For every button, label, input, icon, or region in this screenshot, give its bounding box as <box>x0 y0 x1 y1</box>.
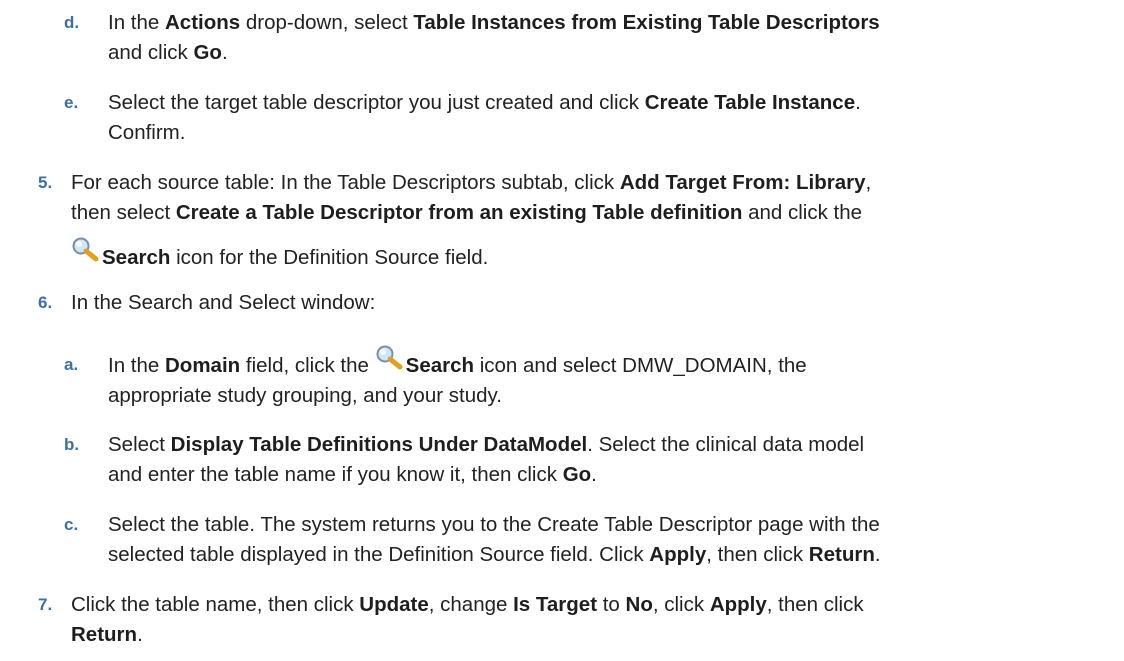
step-text: For each source table: In the Table Desc… <box>71 171 620 194</box>
step-marker: b. <box>64 435 80 454</box>
step-text: and click the <box>742 201 863 224</box>
step-text: icon for the Definition Source field. <box>170 246 489 269</box>
step-text: . <box>591 463 597 486</box>
step-text: and enter the table name if you know it,… <box>108 463 563 486</box>
step-text: appropriate study grouping, and your stu… <box>108 384 502 407</box>
ui-term-search: Search <box>102 246 171 269</box>
step-text: then select <box>71 201 176 224</box>
step-marker: c. <box>64 515 79 534</box>
step-text: , <box>865 171 872 194</box>
step-text: . <box>221 41 228 64</box>
step-text: Confirm. <box>108 121 186 144</box>
ui-term-create-table-instance: Create Table Instance <box>644 91 856 114</box>
ui-term-apply: Apply <box>709 593 767 616</box>
ui-term-is-target: Is Target <box>513 593 598 616</box>
step-text: , then click <box>766 593 864 616</box>
step-text: field, click the <box>240 354 375 377</box>
ui-term-create-descriptor: Create a Table Descriptor from an existi… <box>175 201 743 224</box>
ui-term-table-instances: Table Instances from Existing Table Desc… <box>413 11 880 34</box>
step-text: In the <box>108 11 165 34</box>
step-text: . Select the clinical data model <box>587 433 865 456</box>
step-text: Select <box>108 433 171 456</box>
step-text: , change <box>428 593 514 616</box>
ui-term-display-table-definitions: Display Table Definitions Under DataMode… <box>170 433 588 456</box>
step-marker: 7. <box>38 595 53 614</box>
ui-term-domain: Domain <box>165 354 241 377</box>
ui-term-add-target: Add Target From: Library <box>619 171 866 194</box>
ui-term-go: Go <box>193 41 222 64</box>
step-marker: 6. <box>38 293 53 312</box>
ui-term-apply: Apply <box>649 543 707 566</box>
ui-term-update: Update <box>359 593 429 616</box>
step-text: In the Search and Select window: <box>71 291 376 314</box>
ui-term-go: Go <box>562 463 592 486</box>
step-text: Select the target table descriptor you j… <box>108 91 645 114</box>
ui-term-search: Search <box>405 354 475 377</box>
step-text: icon and select DMW_DOMAIN, the <box>474 354 807 377</box>
step-text: to <box>597 593 626 616</box>
document-page: d. In the Actions drop-down, select Tabl… <box>0 0 1124 661</box>
step-text: . <box>137 623 143 646</box>
step-marker: e. <box>64 93 79 112</box>
search-icon <box>71 237 102 266</box>
step-text: , then click <box>706 543 809 566</box>
ui-term-no: No <box>625 593 653 616</box>
step-text: In the <box>108 354 165 377</box>
step-marker: a. <box>64 355 79 374</box>
step-marker: 5. <box>38 173 53 192</box>
ui-term-return: Return <box>71 623 138 646</box>
step-text: . <box>874 543 881 566</box>
search-icon <box>375 345 406 374</box>
step-text: Select the table. The system returns you… <box>108 513 880 536</box>
step-text: Click the table name, then click <box>71 593 360 616</box>
step-text: and click <box>108 41 194 64</box>
step-text: , click <box>652 593 710 616</box>
step-marker: d. <box>64 13 80 32</box>
ui-term-actions: Actions <box>165 11 241 34</box>
step-text: selected table displayed in the Definiti… <box>108 543 650 566</box>
ui-term-return: Return <box>808 543 875 566</box>
step-text: . <box>855 91 861 114</box>
step-text: drop-down, select <box>240 11 414 34</box>
